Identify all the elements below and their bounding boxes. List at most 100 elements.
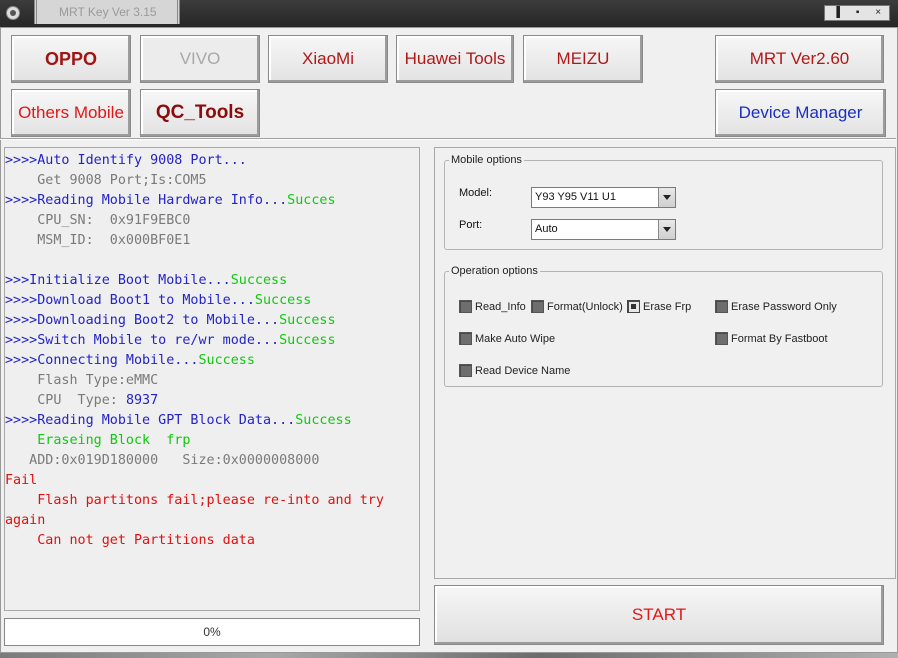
log-segment: >>>>Connecting Mobile... [5, 353, 199, 368]
log-segment: Success [279, 313, 336, 328]
meizu-button[interactable]: MEIZU [523, 35, 643, 83]
log-line: Flash Type:eMMC [5, 371, 419, 391]
port-select[interactable]: Auto [531, 219, 676, 240]
maximize-icon[interactable]: ▪ [856, 6, 860, 20]
log-segment: Eraseing Block frp [5, 433, 191, 448]
log-segment: >>>>Auto Identify 9008 Port... [5, 153, 247, 168]
window-title: MRT Key Ver 3.15 [59, 5, 157, 19]
app-icon[interactable] [6, 6, 20, 20]
oppo-button[interactable]: OPPO [11, 35, 131, 83]
checkbox-box[interactable] [715, 332, 728, 345]
log-segment: >>>>Download Boot1 to Mobile... [5, 293, 255, 308]
log-line: >>>>Auto Identify 9008 Port... [5, 151, 419, 171]
log-segment: >>>>Reading Mobile Hardware Info... [5, 193, 288, 208]
log-line: again [5, 511, 419, 531]
model-value: Y93 Y95 V11 U1 [535, 191, 616, 203]
log-line: CPU Type: 8937 [5, 391, 419, 411]
separator [0, 138, 896, 140]
read-device-name-checkbox[interactable]: Read Device Name [459, 364, 570, 377]
log-segment: Can not get Partitions data [5, 533, 255, 548]
log-segment: again [5, 513, 46, 528]
start-button[interactable]: START [434, 585, 884, 645]
chevron-down-icon[interactable] [658, 188, 675, 207]
log-line: >>>>Switch Mobile to re/wr mode...Succes… [5, 331, 419, 351]
mobile-options-legend: Mobile options [451, 154, 522, 166]
log-segment: Succes [287, 193, 336, 208]
log-segment: MSM_ID: 0x000BF0E1 [5, 233, 191, 248]
make-auto-wipe-checkbox[interactable]: Make Auto Wipe [459, 332, 555, 345]
log-line: Flash partitons fail;please re-into and … [5, 491, 419, 511]
log-segment: Fail [5, 473, 38, 488]
format-fastboot-label: Format By Fastboot [731, 332, 828, 345]
xiaomi-button[interactable]: XiaoMi [268, 35, 388, 83]
log-segment: >>>>Downloading Boot2 to Mobile... [5, 313, 280, 328]
checkbox-box[interactable] [715, 300, 728, 313]
log-line: >>>>Reading Mobile GPT Block Data...Succ… [5, 411, 419, 431]
log-segment: >>>Initialize Boot Mobile... [5, 273, 231, 288]
checkbox-box[interactable] [531, 300, 544, 313]
log-line: Get 9008 Port;Is:COM5 [5, 171, 419, 191]
model-label: Model: [459, 187, 493, 199]
close-icon[interactable]: × [875, 6, 881, 20]
title-tab: MRT Key Ver 3.15 [34, 0, 180, 24]
chevron-down-icon[interactable] [658, 220, 675, 239]
log-segment: >>>>Switch Mobile to re/wr mode... [5, 333, 280, 348]
checkbox-box[interactable] [459, 300, 472, 313]
erase-password-checkbox[interactable]: Erase Password Only [715, 300, 837, 313]
log-line: Fail [5, 471, 419, 491]
format-unlock-checkbox[interactable]: Format(Unlock) [531, 300, 623, 313]
taskbar-strip [0, 653, 898, 658]
progress-bar: 0% [4, 618, 420, 646]
log-line: MSM_ID: 0x000BF0E1 [5, 231, 419, 251]
huawei-tools-button[interactable]: Huawei Tools [396, 35, 514, 83]
read-info-label: Read_Info [475, 300, 526, 313]
log-segment: ADD:0x019D180000 Size:0x0000008000 [5, 453, 320, 468]
log-segment: CPU_SN: 0x91F9EBC0 [5, 213, 191, 228]
log-segment: Success [230, 273, 288, 288]
log-line: Eraseing Block frp [5, 431, 419, 451]
log-segment: 8937 [125, 393, 159, 408]
checkbox-box[interactable] [459, 332, 472, 345]
operation-options-legend: Operation options [451, 265, 538, 277]
log-segment: CPU Type: [5, 393, 126, 408]
port-label: Port: [459, 219, 483, 231]
log-line: >>>>Reading Mobile Hardware Info...Succe… [5, 191, 419, 211]
log-line: >>>>Downloading Boot2 to Mobile...Succes… [5, 311, 419, 331]
log-segment: Success [198, 353, 255, 368]
format-unlock-label: Format(Unlock) [547, 300, 623, 313]
vivo-button[interactable]: VIVO [140, 35, 260, 83]
checkbox-box[interactable] [627, 300, 640, 313]
log-line: >>>>Download Boot1 to Mobile...Success [5, 291, 419, 311]
log-line: CPU_SN: 0x91F9EBC0 [5, 211, 419, 231]
read-device-name-label: Read Device Name [475, 364, 571, 377]
log-line: >>>Initialize Boot Mobile...Success [5, 271, 419, 291]
format-fastboot-checkbox[interactable]: Format By Fastboot [715, 332, 828, 345]
log-line: >>>>Connecting Mobile...Success [5, 351, 419, 371]
model-select[interactable]: Y93 Y95 V11 U1 [531, 187, 676, 208]
log-segment: Success [254, 293, 312, 308]
options-panel: Mobile options Model: Y93 Y95 V11 U1 Por… [434, 147, 896, 579]
read-info-checkbox[interactable]: Read_Info [459, 300, 526, 313]
erase-frp-checkbox[interactable]: Erase Frp [627, 300, 691, 313]
make-auto-wipe-label: Make Auto Wipe [475, 332, 556, 345]
qc-tools-button[interactable]: QC_Tools [140, 89, 260, 137]
title-bar: MRT Key Ver 3.15 ▐ ▪ × [0, 0, 898, 27]
progress-label: 0% [203, 625, 221, 639]
erase-password-label: Erase Password Only [731, 300, 837, 313]
log-segment: Success [295, 413, 352, 428]
others-mobile-button[interactable]: Others Mobile [11, 89, 131, 137]
erase-frp-label: Erase Frp [643, 300, 692, 313]
log-line: Can not get Partitions data [5, 531, 419, 551]
log-segment: Flash Type:eMMC [5, 373, 159, 388]
log-segment: >>>>Reading Mobile GPT Block Data... [5, 413, 296, 428]
window-controls: ▐ ▪ × [824, 5, 890, 21]
mrt-version-button[interactable]: MRT Ver2.60 [715, 35, 884, 83]
device-manager-button[interactable]: Device Manager [715, 89, 886, 137]
resize-icon[interactable]: ▐ [833, 6, 840, 20]
port-value: Auto [535, 223, 558, 235]
checkbox-box[interactable] [459, 364, 472, 377]
log-segment: Get 9008 Port;Is:COM5 [5, 173, 207, 188]
log-output[interactable]: >>>>Auto Identify 9008 Port... Get 9008 … [4, 147, 420, 611]
log-line: ADD:0x019D180000 Size:0x0000008000 [5, 451, 419, 471]
